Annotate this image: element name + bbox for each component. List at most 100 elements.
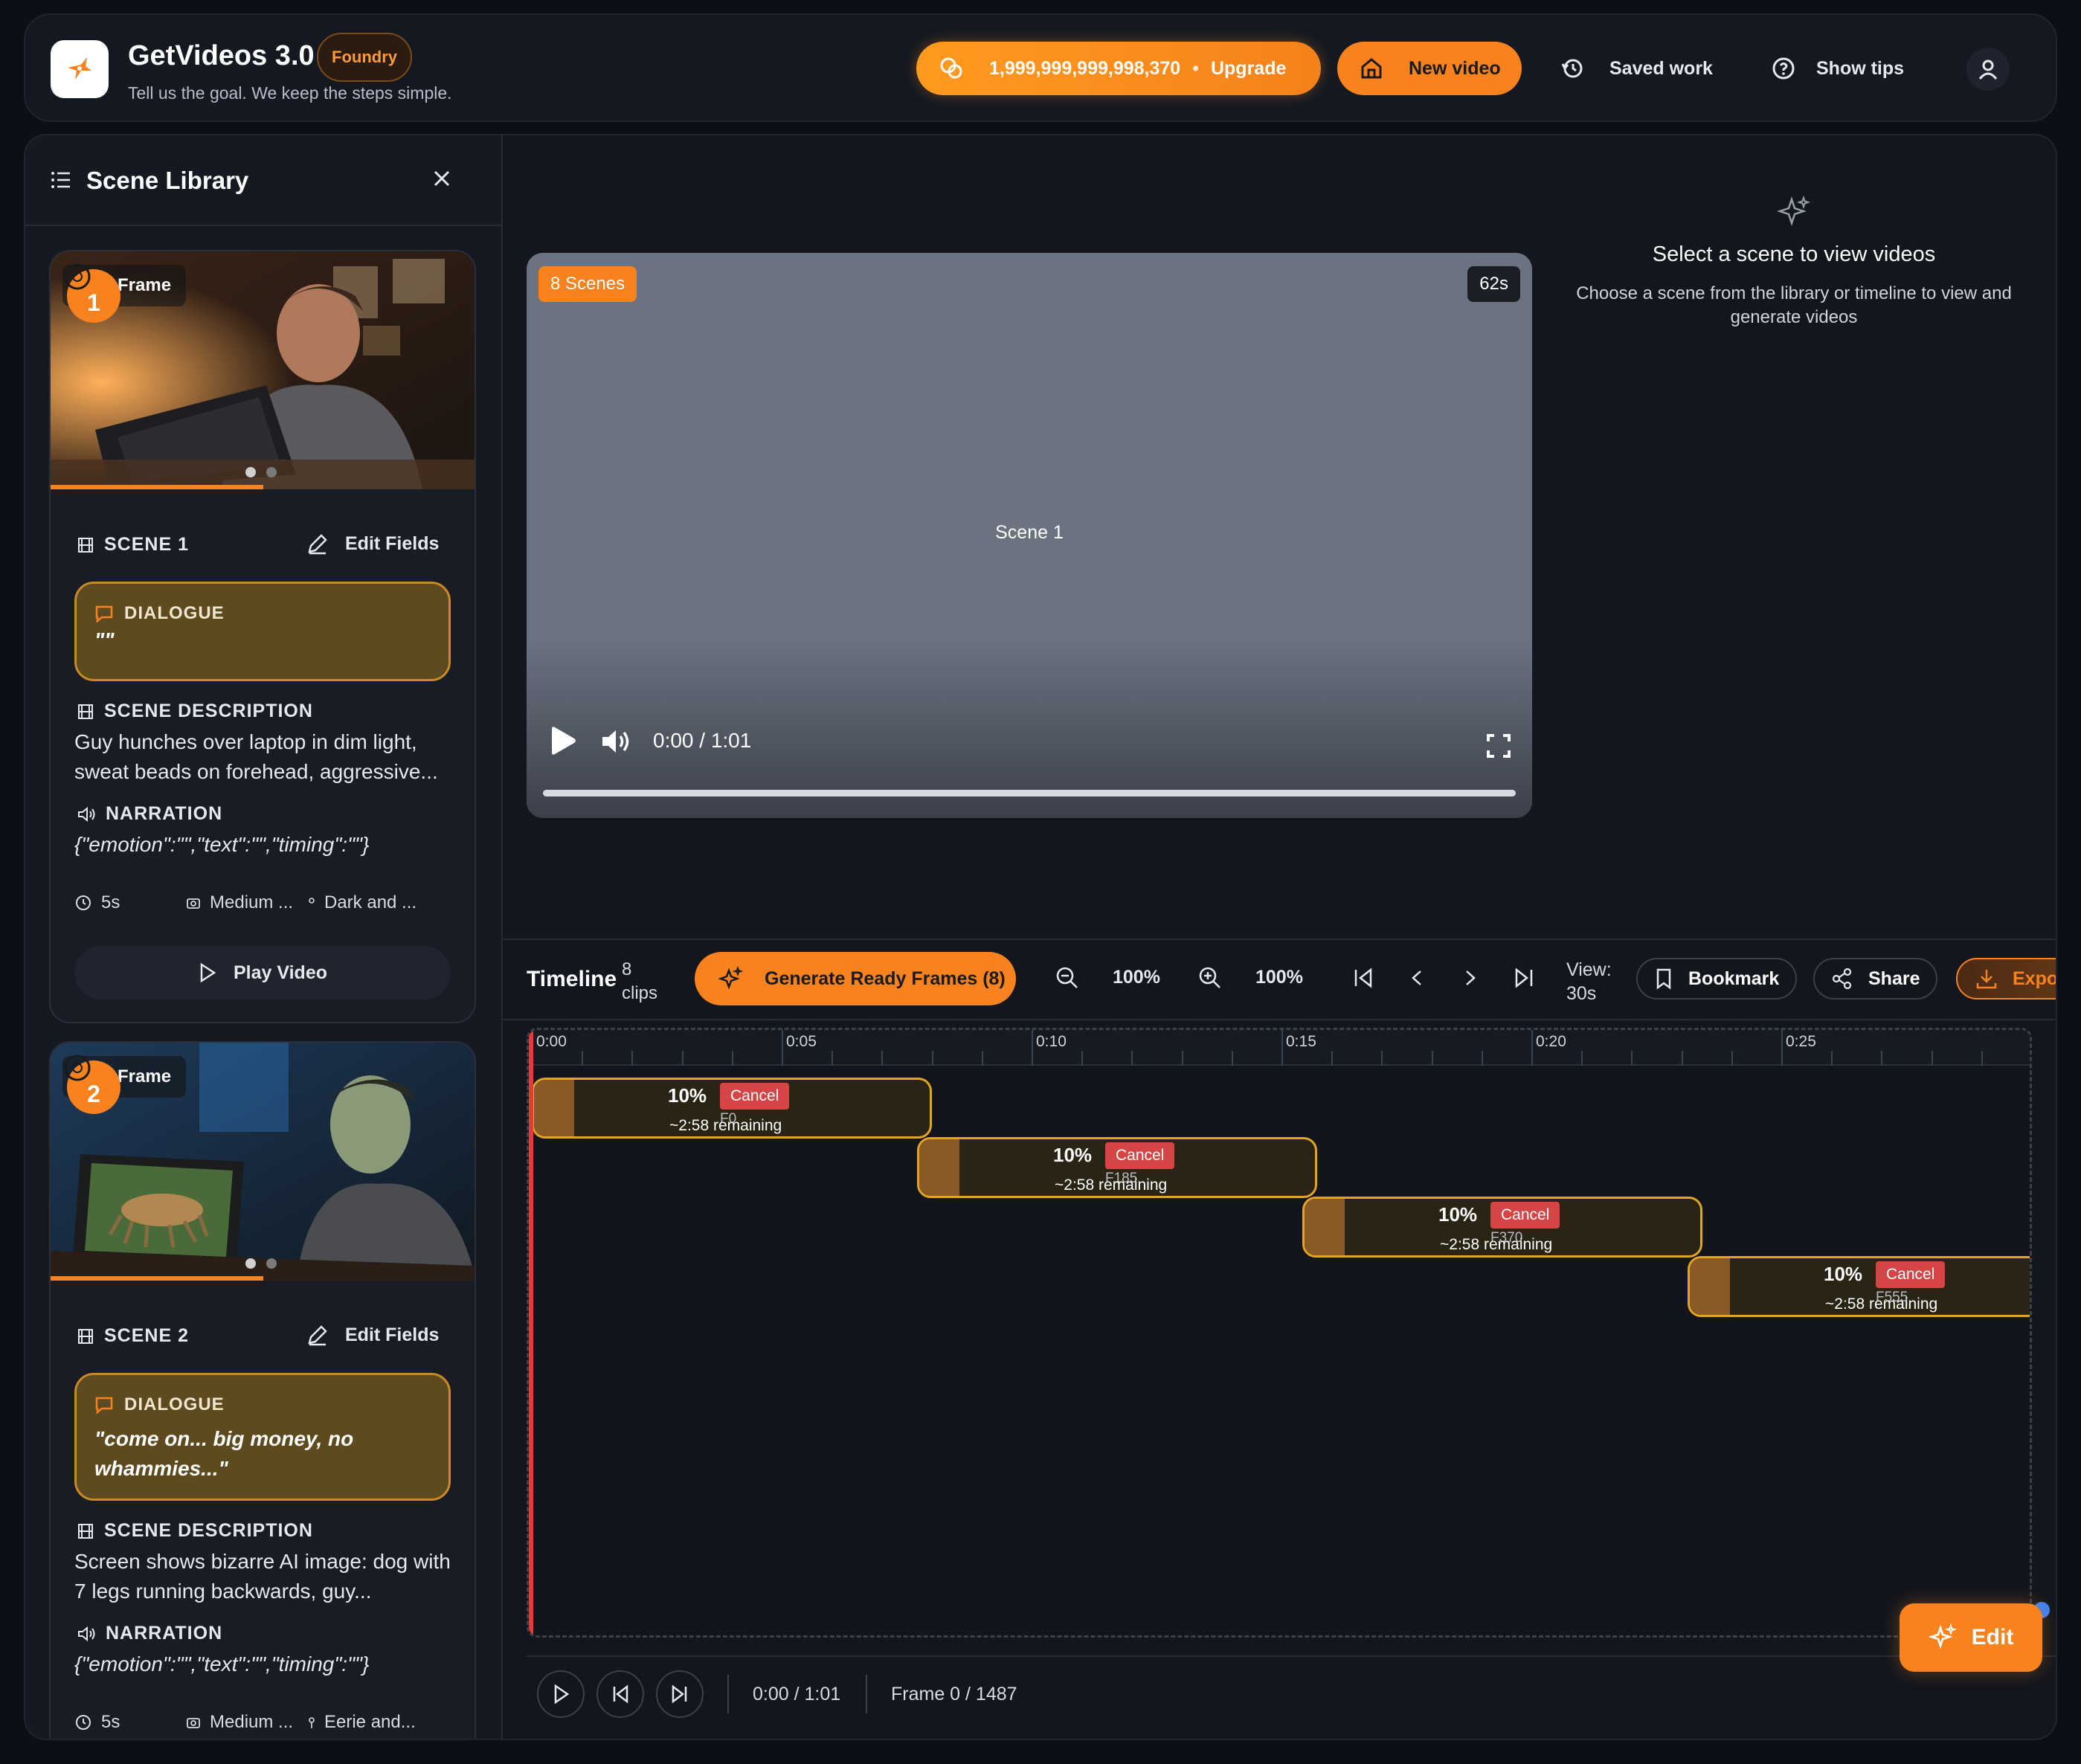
clock-icon bbox=[76, 895, 91, 910]
clip-trim-handle[interactable] bbox=[534, 1080, 574, 1136]
clip-progress-percent: 10% bbox=[1824, 1263, 1863, 1285]
timeline-play-button[interactable] bbox=[537, 1670, 585, 1718]
clip-cancel-button[interactable]: Cancel bbox=[1490, 1202, 1560, 1229]
chevron-left-icon[interactable] bbox=[1406, 965, 1428, 991]
message-icon bbox=[95, 605, 113, 623]
narration-heading: NARRATION bbox=[77, 1623, 222, 1644]
scene-thumbnail-2[interactable]: Frame 2 bbox=[51, 1043, 475, 1281]
user-menu-button[interactable] bbox=[1966, 48, 2010, 91]
edit-fab-button[interactable]: Edit bbox=[1900, 1603, 2042, 1672]
clip-trim-handle[interactable] bbox=[919, 1139, 959, 1196]
volume-icon[interactable] bbox=[601, 727, 632, 756]
clip-cancel-button[interactable]: Cancel bbox=[1105, 1142, 1175, 1169]
zoom-in-icon[interactable] bbox=[1197, 965, 1223, 991]
scene-meta-row: 5s Medium ... Eerie and... bbox=[74, 1712, 461, 1733]
bookmark-button[interactable]: Bookmark bbox=[1636, 958, 1798, 1000]
ruler-minor-tick bbox=[1131, 1051, 1133, 1066]
app-logo[interactable] bbox=[51, 40, 109, 98]
export-button[interactable]: Export bbox=[1956, 958, 2056, 1000]
empty-state-title: Select a scene to view videos bbox=[1652, 242, 1936, 266]
close-icon[interactable] bbox=[431, 168, 452, 189]
clip-trim-handle[interactable] bbox=[1690, 1258, 1730, 1315]
share-button[interactable]: Share bbox=[1813, 958, 1938, 1000]
play-icon[interactable] bbox=[547, 726, 577, 756]
carousel-dots[interactable] bbox=[245, 1258, 277, 1269]
pin-icon bbox=[309, 898, 315, 904]
timeline-ruler[interactable]: 0:00 0:05 0:10 0:15 0:20 0:25 bbox=[529, 1030, 2030, 1066]
ruler-label: 0:25 bbox=[1786, 1033, 1816, 1050]
skip-forward-icon bbox=[672, 1684, 687, 1704]
help-icon bbox=[1772, 57, 1795, 80]
narration-text: {"emotion":"","text":"","timing":""} bbox=[74, 833, 370, 856]
carousel-dot[interactable] bbox=[245, 1258, 256, 1269]
ruler-label: 0:20 bbox=[1536, 1033, 1566, 1050]
zoom-out-icon[interactable] bbox=[1055, 965, 1080, 991]
player-progress-bar[interactable] bbox=[543, 790, 1516, 796]
app-title: GetVideos 3.0 bbox=[128, 40, 315, 71]
settings-icon[interactable] bbox=[61, 260, 94, 293]
carousel-dot[interactable] bbox=[266, 1258, 277, 1269]
pin-icon bbox=[309, 1717, 315, 1728]
scene-card-2[interactable]: Frame 2 SCENE 2 Edit Fields DIALOGUE "co… bbox=[49, 1041, 476, 1739]
credits-upgrade-button[interactable]: 1,999,999,999,998,370 • Upgrade bbox=[916, 42, 1321, 95]
chevron-right-icon[interactable] bbox=[1459, 965, 1482, 991]
player-time: 0:00 / 1:01 bbox=[653, 729, 752, 752]
carousel-dots[interactable] bbox=[245, 467, 277, 477]
description-heading: SCENE DESCRIPTION bbox=[77, 1520, 313, 1542]
clip-trim-handle[interactable] bbox=[1305, 1199, 1345, 1255]
play-video-label: Play Video bbox=[234, 962, 327, 983]
clip-cancel-button[interactable]: Cancel bbox=[720, 1083, 790, 1110]
edit-fields-button[interactable]: Edit Fields bbox=[306, 532, 439, 555]
clip-cancel-button[interactable]: Cancel bbox=[1876, 1261, 1946, 1288]
saved-work-link[interactable]: Saved work bbox=[1560, 42, 1713, 95]
dialogue-box[interactable]: DIALOGUE "" bbox=[74, 582, 451, 681]
ruler-minor-tick bbox=[1681, 1051, 1683, 1066]
ruler-minor-tick bbox=[731, 1051, 733, 1066]
timeline-toolbar: Timeline 8 clips Generate Ready Frames (… bbox=[503, 939, 2056, 1020]
timeline-time: 0:00 / 1:01 bbox=[753, 1684, 841, 1705]
scene-label: SCENE 2 bbox=[77, 1325, 189, 1347]
video-player[interactable]: 8 Scenes 62s Scene 1 0:00 / 1:01 bbox=[527, 253, 1532, 818]
timeline-clip[interactable]: 10%S4CancelF555~2:58 remaining bbox=[1688, 1256, 2030, 1317]
scene-card-1[interactable]: Frame 1 SCENE 1 Edit Fields DIALOGUE "" … bbox=[49, 250, 476, 1023]
skip-end-icon[interactable] bbox=[1513, 965, 1535, 991]
generate-ready-frames-button[interactable]: Generate Ready Frames (8) bbox=[695, 952, 1016, 1005]
credits-separator: • bbox=[1192, 57, 1199, 79]
timeline-track-area[interactable]: 0:00 0:05 0:10 0:15 0:20 0:25 10%S1CancelF0~2… bbox=[527, 1028, 2032, 1638]
sparkles-icon bbox=[1928, 1623, 1957, 1649]
view-label: View: bbox=[1566, 959, 1612, 980]
app-subtitle: Tell us the goal. We keep the steps simp… bbox=[128, 83, 452, 103]
settings-icon[interactable] bbox=[61, 1052, 94, 1084]
ruler-minor-tick bbox=[631, 1051, 634, 1066]
ruler-minor-tick bbox=[1881, 1051, 1883, 1066]
carousel-dot[interactable] bbox=[266, 467, 277, 477]
timeline-prev-button[interactable] bbox=[596, 1670, 644, 1718]
timeline-next-button[interactable] bbox=[656, 1670, 704, 1718]
ruler-minor-tick bbox=[881, 1051, 884, 1066]
description-heading-text: SCENE DESCRIPTION bbox=[104, 1520, 313, 1541]
new-video-label: New video bbox=[1409, 57, 1501, 79]
film-icon bbox=[78, 1328, 93, 1344]
timeline-clip[interactable]: 10%S3CancelF370~2:58 remaining bbox=[1302, 1197, 1702, 1258]
fullscreen-icon[interactable] bbox=[1486, 733, 1511, 759]
show-tips-link[interactable]: Show tips bbox=[1772, 42, 1904, 95]
ruler-minor-tick bbox=[1181, 1051, 1183, 1066]
carousel-dot[interactable] bbox=[245, 467, 256, 477]
play-video-button[interactable]: Play Video bbox=[74, 946, 451, 1000]
ruler-label: 0:00 bbox=[536, 1033, 567, 1050]
timeline-clip[interactable]: 10%S1CancelF0~2:58 remaining bbox=[532, 1078, 932, 1139]
scene-thumbnail-1[interactable]: Frame 1 bbox=[51, 251, 475, 489]
volume-icon bbox=[78, 1626, 95, 1641]
narration-heading-text: NARRATION bbox=[106, 803, 223, 824]
edit-fields-button[interactable]: Edit Fields bbox=[306, 1324, 439, 1346]
ruler-label: 0:05 bbox=[786, 1033, 817, 1050]
playhead[interactable] bbox=[529, 1030, 533, 1635]
logo-icon bbox=[68, 57, 91, 80]
dialogue-box[interactable]: DIALOGUE "come on... big money, no whamm… bbox=[74, 1373, 451, 1501]
view-range: View: 30s bbox=[1566, 958, 1612, 1005]
new-video-button[interactable]: New video bbox=[1337, 42, 1522, 95]
skip-start-icon[interactable] bbox=[1352, 965, 1374, 991]
view-value: 30s bbox=[1566, 983, 1597, 1004]
timeline-clip[interactable]: 10%S2CancelF185~2:58 remaining bbox=[917, 1137, 1317, 1198]
bookmark-icon bbox=[1656, 968, 1671, 990]
